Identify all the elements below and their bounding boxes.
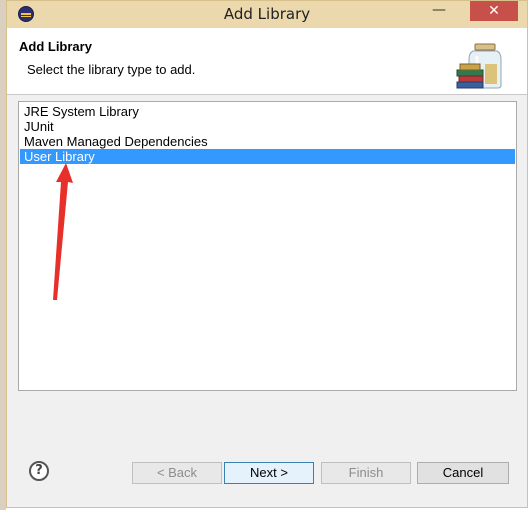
title-bar: Add Library — ✕ xyxy=(7,1,527,28)
cancel-button[interactable]: Cancel xyxy=(417,462,509,484)
page-description: Select the library type to add. xyxy=(27,62,196,77)
list-item-user-library[interactable]: User Library xyxy=(20,149,515,164)
library-jar-icon xyxy=(456,43,502,89)
back-button[interactable]: < Back xyxy=(132,462,222,484)
wizard-header: Add Library Select the library type to a… xyxy=(7,28,527,95)
close-button[interactable]: ✕ xyxy=(470,1,518,21)
help-button[interactable]: ? xyxy=(29,461,49,481)
list-item-jre-system-library[interactable]: JRE System Library xyxy=(20,104,515,119)
add-library-dialog: Add Library — ✕ Add Library Select the l… xyxy=(6,0,528,508)
minimize-button[interactable]: — xyxy=(428,2,450,22)
library-type-list[interactable]: JRE System Library JUnit Maven Managed D… xyxy=(18,101,517,391)
next-button[interactable]: Next > xyxy=(224,462,314,484)
list-item-junit[interactable]: JUnit xyxy=(20,119,515,134)
list-item-maven-managed-dependencies[interactable]: Maven Managed Dependencies xyxy=(20,134,515,149)
page-title: Add Library xyxy=(19,39,92,54)
finish-button[interactable]: Finish xyxy=(321,462,411,484)
